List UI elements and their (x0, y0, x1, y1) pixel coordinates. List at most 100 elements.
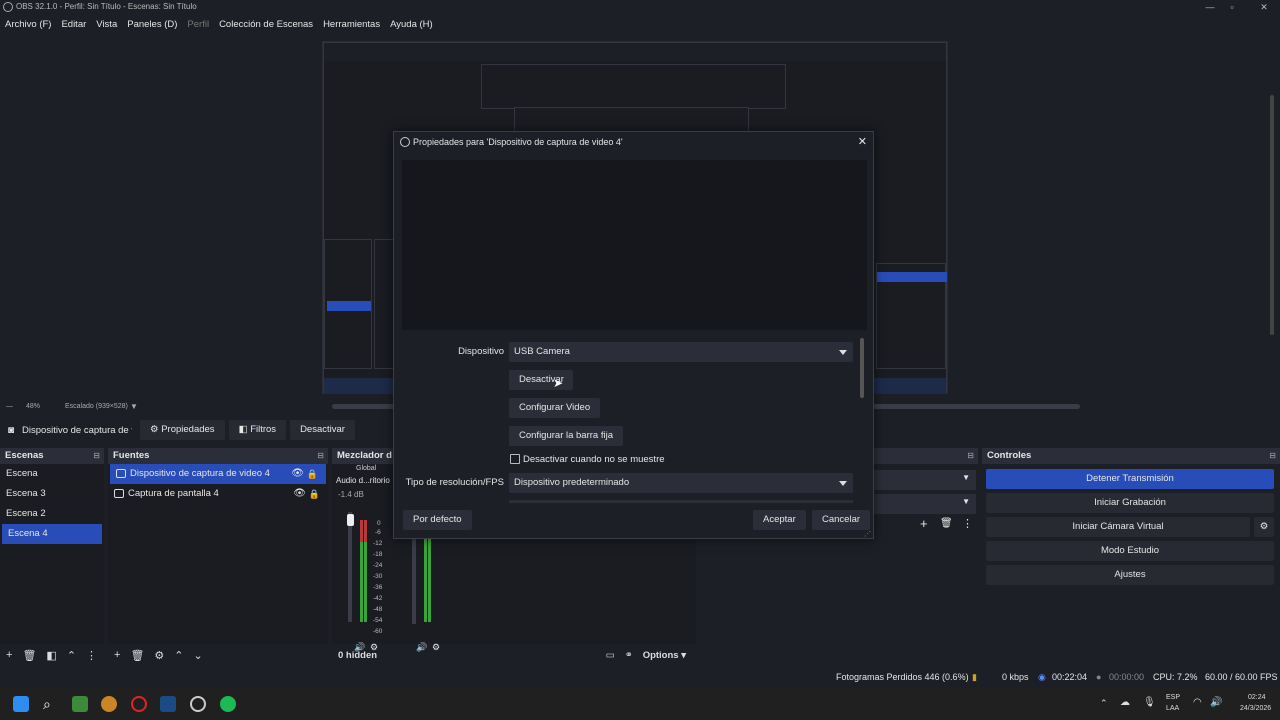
undock-icon[interactable]: ⊟ (317, 448, 324, 464)
defaults-button[interactable]: Por defecto (403, 510, 472, 530)
volume-slider-track[interactable] (348, 512, 352, 622)
deactivate-button[interactable]: Desactivar (509, 370, 573, 390)
up-icon[interactable]: ⌃ (67, 649, 76, 662)
mic-icon[interactable]: 🎙 (1143, 697, 1156, 708)
properties-button[interactable]: ⚙ Propiedades (140, 420, 225, 440)
configure-crossbar-button[interactable]: Configurar la barra fija (509, 426, 623, 446)
undock-icon[interactable]: ⊟ (967, 448, 974, 464)
app-icon[interactable] (101, 696, 117, 712)
more-icon[interactable]: ⋮ (86, 649, 97, 662)
eye-icon[interactable]: 👁 (293, 484, 306, 504)
scene-item[interactable]: Escena 2 (0, 504, 104, 524)
source-item[interactable]: Captura de pantalla 4 👁 🔒 (108, 484, 328, 504)
scene-item[interactable]: Escena 3 (0, 484, 104, 504)
add-icon[interactable]: + (6, 649, 12, 661)
minecraft-icon[interactable] (72, 696, 88, 712)
gear-icon[interactable]: ⚙ (154, 649, 164, 662)
opera-icon[interactable] (131, 696, 147, 712)
scene-item-selected[interactable]: Escena 4 (2, 524, 102, 544)
configure-video-button[interactable]: Configurar Video (509, 398, 601, 418)
undock-icon[interactable]: ⊟ (93, 448, 100, 464)
steam-icon[interactable] (160, 696, 176, 712)
device-select[interactable]: USB Camera (509, 342, 853, 362)
lang1[interactable]: ESP (1166, 694, 1180, 701)
filter-icon[interactable]: ◧ (46, 649, 56, 662)
menu-view[interactable]: Vista (96, 19, 117, 30)
layout-icon[interactable]: ▭ (606, 650, 615, 661)
scenes-list: Escena Escena 3 Escena 2 Escena 4 (0, 464, 104, 644)
filters-button[interactable]: ◧ Filtros (228, 420, 287, 440)
clock-time[interactable]: 02:24 (1248, 694, 1266, 701)
deactivate-hidden-checkbox[interactable] (510, 454, 520, 464)
menu-file[interactable]: Archivo (F) (5, 19, 51, 30)
chevron-down-icon (839, 481, 847, 486)
menu-edit[interactable]: Editar (61, 19, 86, 30)
taskbar: ⌕ ⌃ ☁ 🎙 ESP LAA ◠ 🔊 02:24 24/3/2026 (0, 688, 1280, 720)
menu-tools[interactable]: Herramientas (323, 19, 380, 30)
preview-scrollbar[interactable] (1270, 95, 1274, 335)
up-icon[interactable]: ⌃ (174, 649, 183, 662)
resize-grip-icon[interactable]: ⋰ (864, 530, 871, 538)
tray-chevron-icon[interactable]: ⌃ (1100, 698, 1108, 709)
menu-profile[interactable]: Perfil (187, 19, 209, 30)
accept-button[interactable]: Aceptar (753, 510, 806, 530)
dialog-scrollbar[interactable] (860, 338, 864, 398)
hidden-count[interactable]: 0 hidden (338, 650, 377, 661)
more-icon[interactable]: ⋮ (962, 517, 973, 530)
deactivate-context-button[interactable]: Desactivar (290, 420, 355, 440)
trash-icon[interactable]: 🗑 (940, 518, 953, 529)
start-recording-button[interactable]: Iniciar Grabación (986, 493, 1274, 513)
volume-slider-handle[interactable] (347, 514, 354, 526)
down-icon[interactable]: ⌄ (194, 649, 203, 662)
studio-mode-button[interactable]: Modo Estudio (986, 541, 1274, 561)
context-source-name: Dispositivo de captura de v (22, 424, 133, 436)
fps: 60.00 / 60.00 FPS (1205, 672, 1278, 682)
menu-docks[interactable]: Paneles (D) (127, 19, 177, 30)
cloud-icon[interactable]: ☁ (1120, 697, 1130, 708)
cancel-button[interactable]: Cancelar (812, 510, 871, 530)
settings-button[interactable]: Ajustes (986, 565, 1274, 585)
lang2[interactable]: LAA (1166, 705, 1179, 712)
add-icon[interactable]: + (920, 516, 928, 531)
windows-start-icon[interactable] (13, 696, 29, 712)
zoom-minus-icon[interactable]: — (6, 403, 13, 410)
sources-toolbar: + 🗑 ⚙ ⌃ ⌄ (108, 644, 328, 666)
menu-help[interactable]: Ayuda (H) (390, 19, 433, 30)
resolution-select[interactable]: Dispositivo predeterminado (509, 473, 853, 493)
meter-tick: -54 (373, 617, 383, 624)
minimize-icon[interactable]: — (1200, 0, 1220, 14)
lock-icon[interactable]: 🔒 (309, 484, 320, 504)
link-icon[interactable]: ⚭ (625, 650, 633, 661)
undock-icon[interactable]: ⊟ (1269, 448, 1276, 464)
trash-icon[interactable]: 🗑 (22, 649, 36, 662)
start-virtual-camera-button[interactable]: Iniciar Cámara Virtual (986, 517, 1250, 537)
trash-icon[interactable]: 🗑 (130, 649, 144, 662)
close-icon[interactable]: ✕ (1254, 0, 1274, 14)
scenes-header: Escenas ⊟ (0, 448, 104, 464)
mouse-cursor-icon: ➤ (553, 376, 564, 390)
maximize-icon[interactable]: ▫ (1222, 0, 1242, 14)
mixer-channel-name: Audio d...ritorio (336, 476, 390, 485)
dialog-title: Propiedades para 'Dispositivo de captura… (413, 137, 623, 147)
close-icon[interactable]: ✕ (858, 132, 867, 152)
virtual-camera-gear-icon[interactable]: ⚙ (1254, 517, 1274, 537)
source-item-selected[interactable]: Dispositivo de captura de video 4 👁 🔒 (110, 464, 326, 484)
meter-tick: -6 (375, 529, 381, 536)
volume-icon[interactable]: 🔊 (1210, 697, 1222, 708)
lock-icon[interactable]: 🔒 (307, 464, 318, 484)
scale-dropdown-icon[interactable]: ▼ (130, 402, 138, 411)
search-icon[interactable]: ⌕ (43, 696, 59, 712)
spotify-icon[interactable] (220, 696, 236, 712)
obs-taskbar-icon[interactable] (190, 696, 206, 712)
scale-label: Escalado (939×528) (65, 403, 128, 410)
eye-icon[interactable]: 👁 (291, 464, 304, 484)
scene-item[interactable]: Escena (0, 464, 104, 484)
options-button[interactable]: Options ▾ (643, 650, 686, 661)
stop-stream-button[interactable]: Detener Transmisión (986, 469, 1274, 489)
clock-date[interactable]: 24/3/2026 (1240, 705, 1271, 712)
next-field-edge (509, 500, 853, 503)
wifi-icon[interactable]: ◠ (1193, 697, 1202, 708)
add-icon[interactable]: + (114, 649, 120, 661)
menu-scene-collection[interactable]: Colección de Escenas (219, 19, 313, 30)
nested-controls (876, 263, 947, 369)
